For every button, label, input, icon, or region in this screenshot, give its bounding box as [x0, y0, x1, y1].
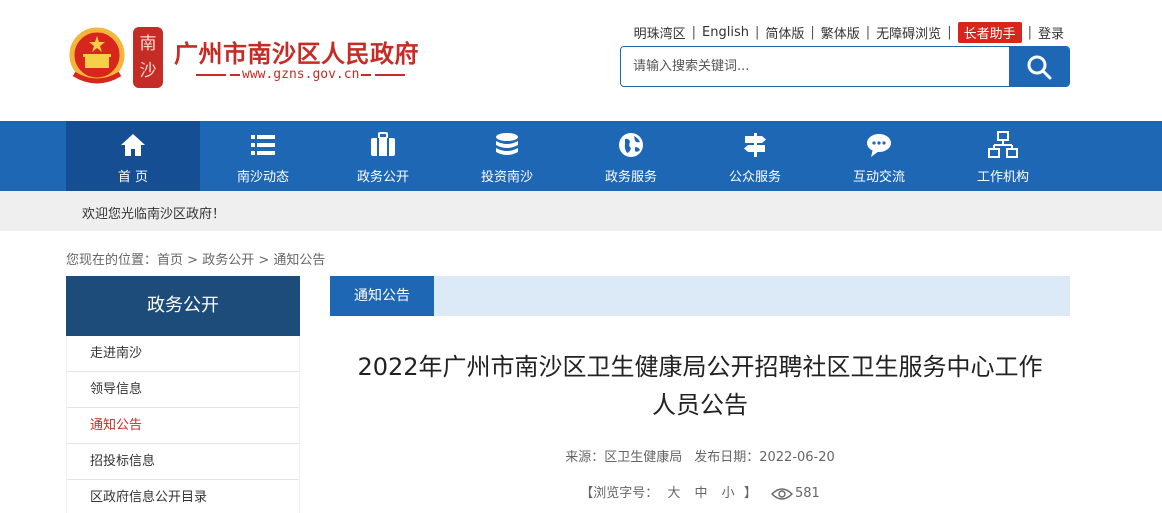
font-size-open: 【浏览字号： — [580, 486, 659, 501]
list-icon — [251, 135, 275, 155]
search-input[interactable] — [621, 47, 1009, 86]
view-count: 581 — [770, 486, 820, 501]
org-chart-icon — [988, 131, 1018, 158]
sidebar-item-info-catalog[interactable]: 区政府信息公开目录 — [67, 480, 299, 513]
globe-icon — [619, 133, 643, 157]
source-value: 区卫生健康局 — [604, 450, 683, 465]
login-link[interactable]: 登录 — [1032, 23, 1070, 42]
article-meta: 来源：区卫生健康局 发布日期：2022-06-20 — [330, 446, 1070, 465]
nav-label: 公众服务 — [728, 170, 781, 185]
view-count-value: 581 — [794, 486, 820, 501]
breadcrumb-separator: > — [254, 253, 274, 268]
national-emblem-icon — [69, 27, 125, 84]
nav-label: 互动交流 — [852, 170, 905, 185]
nav-label: 政务公开 — [356, 170, 409, 185]
nav-item-interaction[interactable]: 互动交流 — [812, 121, 946, 191]
font-size-controls: 【浏览字号： 大 中 小 】 581 — [330, 482, 1070, 501]
link-english[interactable]: English — [696, 25, 755, 40]
source-label: 来源： — [565, 450, 605, 465]
nav-label: 首 页 — [117, 170, 149, 185]
sidebar-item-leaders[interactable]: 领导信息 — [67, 372, 299, 408]
link-mingzhu-bay[interactable]: 明珠湾区 — [628, 23, 692, 42]
site-title: 广州市南沙区人民政府 — [174, 39, 419, 68]
breadcrumb-home[interactable]: 首页 — [157, 253, 183, 268]
font-medium-button[interactable]: 中 — [690, 486, 713, 501]
sidebar-title: 政务公开 — [66, 276, 300, 336]
date-label: 发布日期： — [694, 450, 760, 465]
nav-label: 投资南沙 — [480, 170, 533, 185]
link-simplified[interactable]: 简体版 — [759, 23, 810, 42]
home-icon — [121, 134, 145, 156]
font-small-button[interactable]: 小 — [717, 486, 740, 501]
sidebar-item-bidding[interactable]: 招投标信息 — [67, 444, 299, 480]
sidebar-item-about-nansha[interactable]: 走进南沙 — [67, 336, 299, 372]
top-links: 明珠湾区 | English | 简体版 | 繁体版 | 无障碍浏览 | 长者助… — [628, 21, 1070, 43]
welcome-bar: 欢迎您光临南沙区政府！ — [0, 191, 1162, 231]
link-traditional[interactable]: 繁体版 — [815, 23, 866, 42]
nav-item-home[interactable]: 首 页 — [66, 121, 200, 191]
search-button[interactable] — [1009, 47, 1069, 86]
site-header: 南沙 广州市南沙区人民政府 www.gzns.gov.cn 明珠湾区 | Eng… — [0, 0, 1162, 121]
chat-icon — [867, 134, 891, 157]
nav-label: 工作机构 — [976, 170, 1029, 185]
sidebar-item-notices[interactable]: 通知公告 — [67, 408, 299, 444]
breadcrumb: 您现在的位置：首页 > 政务公开 > 通知公告 — [66, 249, 325, 268]
content-tab-bar: 通知公告 — [330, 276, 1070, 316]
article-title-line: 人员公告 — [652, 391, 748, 419]
nav-item-invest[interactable]: 投资南沙 — [440, 121, 574, 191]
site-url: www.gzns.gov.cn — [194, 67, 407, 82]
nav-item-nansha-news[interactable]: 南沙动态 — [196, 121, 330, 191]
nav-item-gov-services[interactable]: 政务服务 — [564, 121, 698, 191]
nav-item-work-agencies[interactable]: 工作机构 — [936, 121, 1070, 191]
font-large-button[interactable]: 大 — [662, 486, 685, 501]
nansha-seal: 南沙 — [133, 27, 163, 88]
font-size-close: 】 — [743, 486, 757, 501]
welcome-text: 欢迎您光临南沙区政府！ — [82, 207, 226, 222]
article-title: 2022年广州市南沙区卫生健康局公开招聘社区卫生服务中心工作 人员公告 — [330, 348, 1070, 424]
sidebar-list: 走进南沙 领导信息 通知公告 招投标信息 区政府信息公开目录 — [66, 336, 300, 513]
breadcrumb-prefix: 您现在的位置： — [66, 253, 158, 268]
nav-item-public-services[interactable]: 公众服务 — [688, 121, 822, 191]
date-value: 2022-06-20 — [759, 450, 835, 465]
breadcrumb-separator: > — [183, 253, 203, 268]
breadcrumb-gov-affairs[interactable]: 政务公开 — [202, 253, 254, 268]
signpost-icon — [744, 133, 766, 157]
eye-icon — [770, 487, 793, 500]
search-icon — [1027, 55, 1052, 79]
coins-icon — [496, 133, 518, 155]
tab-notices[interactable]: 通知公告 — [330, 276, 434, 316]
search-box — [620, 46, 1070, 87]
article-title-line: 2022年广州市南沙区卫生健康局公开招聘社区卫生服务中心工作 — [357, 353, 1043, 381]
main-nav: 首 页 南沙动态 政务公开 投资南沙 政务服务 公众服务 互动交流 工作机构 — [0, 121, 1162, 191]
link-accessibility[interactable]: 无障碍浏览 — [870, 23, 947, 42]
nav-item-gov-affairs[interactable]: 政务公开 — [316, 121, 450, 191]
nav-label: 南沙动态 — [236, 170, 289, 185]
briefcase-icon — [371, 132, 395, 156]
breadcrumb-notices[interactable]: 通知公告 — [273, 253, 325, 268]
elder-helper-button[interactable]: 长者助手 — [957, 21, 1022, 43]
sidebar: 政务公开 走进南沙 领导信息 通知公告 招投标信息 区政府信息公开目录 — [66, 276, 300, 513]
nav-label: 政务服务 — [604, 170, 657, 185]
